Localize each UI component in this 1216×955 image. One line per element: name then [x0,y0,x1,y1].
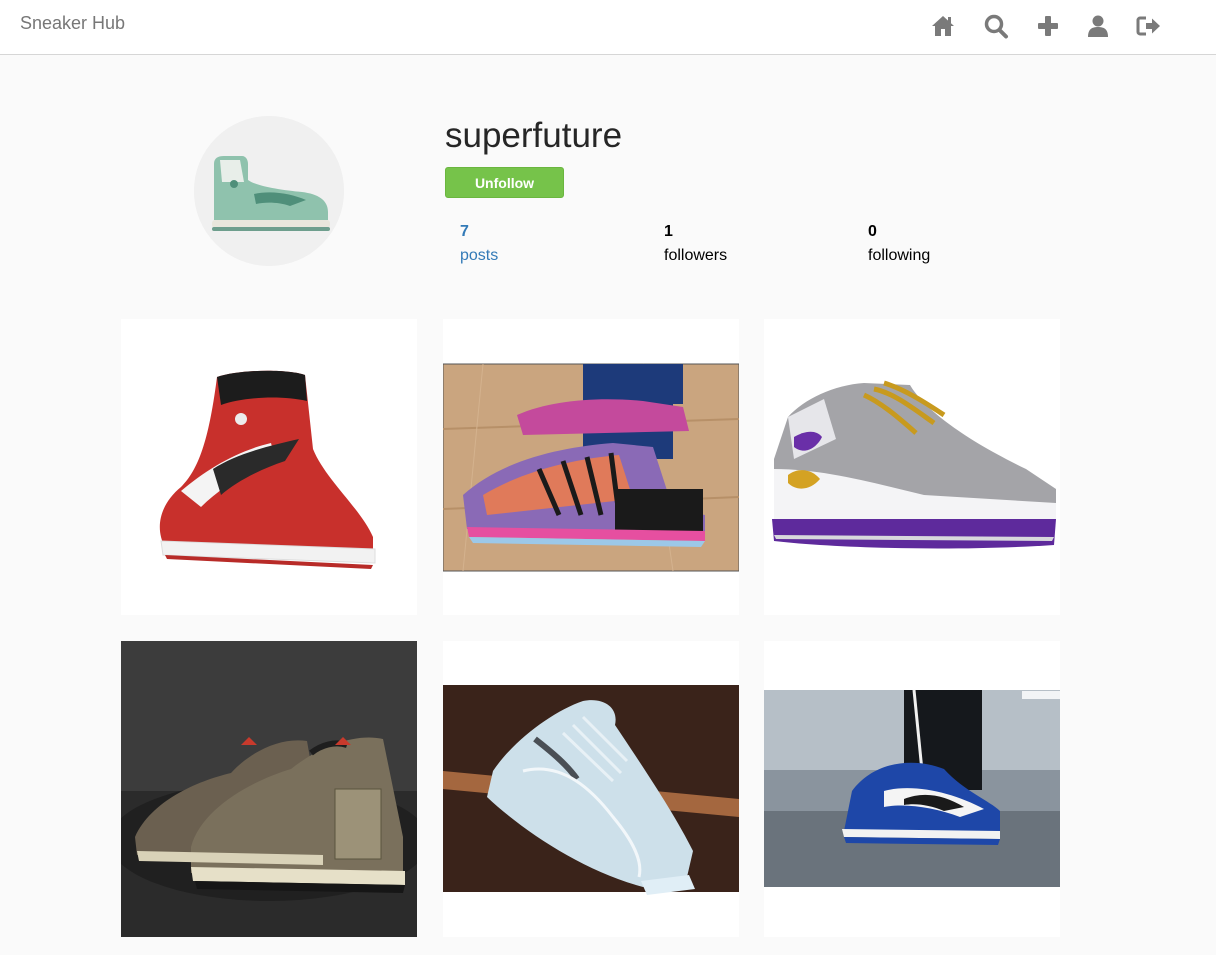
plus-icon[interactable] [1035,12,1061,40]
profile-username: superfuture [445,116,623,155]
post-thumbnail[interactable] [764,641,1060,937]
search-icon[interactable] [983,12,1009,40]
posts-count: 7 [460,223,469,240]
followers-label: followers [664,247,728,264]
post-thumbnail[interactable] [443,641,739,937]
posts-stat[interactable]: 7 posts [460,220,498,268]
profile-avatar [194,116,344,266]
posts-label: posts [460,247,499,264]
sign-out-icon[interactable] [1136,12,1162,40]
user-icon[interactable] [1085,12,1111,40]
following-label: following [868,247,931,264]
followers-stat: 1 followers [664,220,727,268]
following-stat: 0 following [868,220,930,268]
post-thumbnail[interactable] [121,641,417,937]
home-icon[interactable] [930,12,956,40]
unfollow-button[interactable]: Unfollow [445,167,564,198]
following-count: 0 [868,223,877,240]
brand-link[interactable]: Sneaker Hub [20,13,125,34]
post-thumbnail[interactable] [443,319,739,615]
post-thumbnail[interactable] [121,319,417,615]
top-navbar: Sneaker Hub [0,0,1216,55]
followers-count: 1 [664,223,673,240]
post-thumbnail[interactable] [764,319,1060,615]
